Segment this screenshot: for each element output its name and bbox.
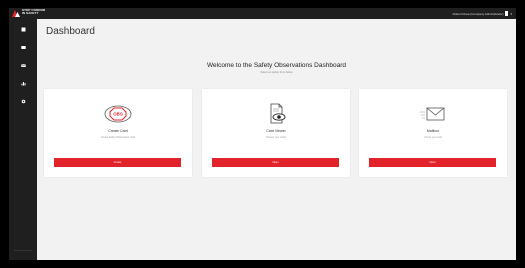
sidebar-item-5[interactable] (20, 98, 26, 104)
top-bar: STOP CONDOR IN SAFETY Robert Rosa (Compa… (9, 8, 516, 19)
card-description: Create Safety Observation Card (100, 136, 136, 139)
sidebar-item-1[interactable] (20, 26, 26, 32)
chevron-down-icon[interactable]: ▾ (510, 12, 512, 16)
page-title: Dashboard (46, 26, 95, 37)
card-description: Review your cards (266, 136, 286, 139)
sidebar-item-4[interactable] (20, 80, 26, 86)
main-content: Dashboard Welcome to the Safety Observat… (37, 19, 516, 260)
sidebar-item-3[interactable] (20, 62, 26, 68)
card-title: Mailbox (426, 129, 440, 133)
create-button[interactable]: Create (54, 158, 181, 167)
card-description: Check your mail (424, 136, 442, 139)
user-icon[interactable] (505, 11, 509, 16)
open-mailbox-button[interactable]: Open (369, 158, 496, 167)
create-card-panel: OBS Create Card Create Safety Observatio… (44, 89, 192, 177)
sidebar (9, 19, 37, 260)
sidebar-item-2[interactable] (20, 44, 26, 50)
chart-icon (21, 81, 25, 85)
logo-text: STOP CONDOR IN SAFETY (22, 8, 46, 16)
mailbox-panel: Mailbox Check your mail Open (359, 89, 507, 177)
logo-icon (12, 10, 20, 17)
stop-sign-icon: OBS (104, 105, 132, 123)
card-title: Card Viewer (266, 129, 286, 133)
card-icon (20, 45, 26, 49)
user-name[interactable]: Robert Rosa (Company Administrator) (453, 12, 504, 16)
open-card-viewer-button[interactable]: Open (212, 158, 339, 167)
card-viewer-panel: Card Viewer Review your cards Open (202, 89, 350, 177)
gear-icon (21, 99, 25, 103)
stop-sign-text: OBS (113, 112, 123, 117)
document-eye-icon (270, 103, 286, 124)
user-menu[interactable]: Robert Rosa (Company Administrator) ▾ (453, 10, 512, 17)
envelope-icon (20, 63, 26, 67)
card-title: Create Card (108, 129, 128, 133)
sidebar-collapse[interactable] (14, 250, 32, 256)
welcome-heading: Welcome to the Safety Observations Dashb… (207, 62, 346, 69)
app-window: STOP CONDOR IN SAFETY Robert Rosa (Compa… (9, 8, 516, 260)
welcome-subtitle: Select an option from below (260, 71, 293, 74)
square-icon (21, 27, 25, 31)
envelope-icon (420, 107, 445, 121)
